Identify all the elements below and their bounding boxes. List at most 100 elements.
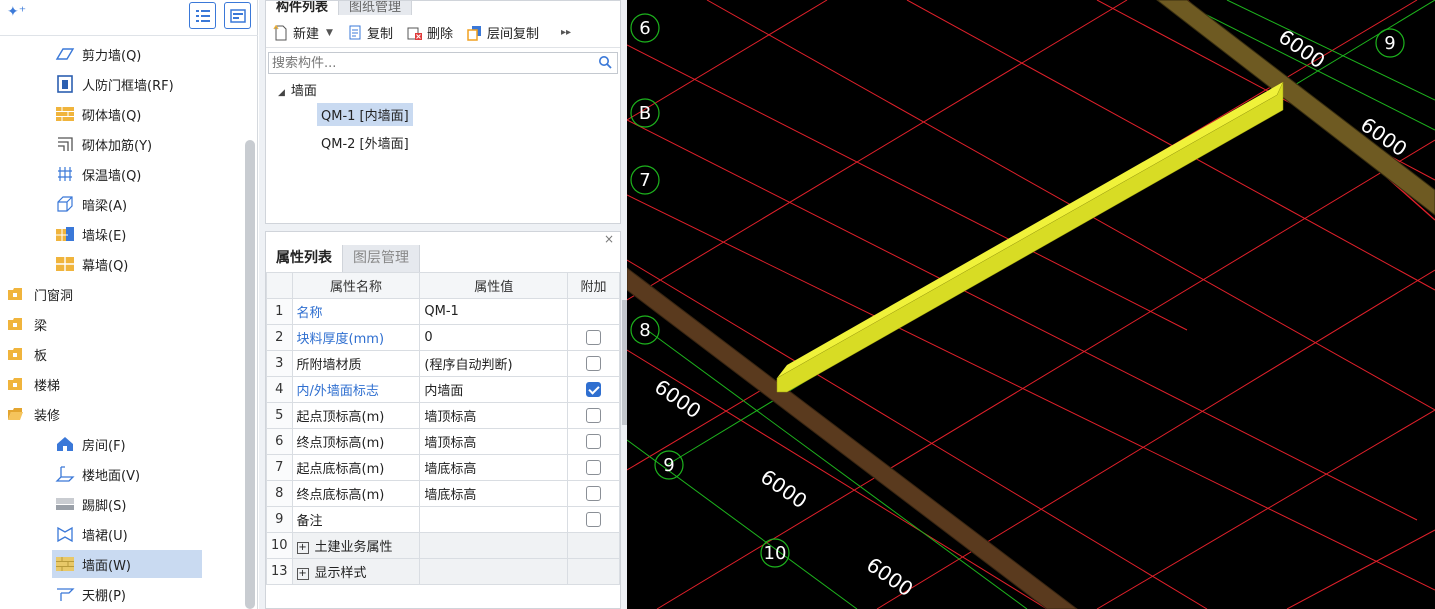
axis-label-a6: 6 bbox=[639, 18, 650, 39]
sparkle-icon[interactable]: ✦⁺ bbox=[7, 4, 26, 20]
property-row[interactable]: 4 内/外墙面标志 内墙面 bbox=[266, 376, 620, 403]
tree-item-curtain-wall[interactable]: 幕墙(Q) bbox=[52, 250, 202, 278]
checkbox[interactable] bbox=[586, 434, 602, 449]
tree-category-decoration[interactable]: 装修 bbox=[6, 400, 166, 428]
ceiling-icon bbox=[54, 584, 76, 604]
3d-drawing-viewport[interactable]: 6 B 7 8 9 10 9 6000 6000 6000 6000 6000 bbox=[627, 0, 1435, 609]
property-value[interactable]: 内墙面 bbox=[419, 376, 569, 403]
expand-arrow-icon[interactable]: ◢ bbox=[278, 88, 285, 98]
checkbox[interactable] bbox=[586, 356, 602, 371]
axis-label-b: B bbox=[639, 103, 651, 124]
checkbox[interactable] bbox=[586, 486, 602, 501]
property-row[interactable]: 3 所附墙材质 (程序自动判断) bbox=[266, 350, 620, 377]
tree-item-label: 幕墙(Q) bbox=[82, 258, 129, 274]
tree-item-civil-defense-wall[interactable]: 人防门框墙(RF) bbox=[52, 70, 202, 98]
card-view-button[interactable] bbox=[224, 2, 251, 29]
tree-item-hidden-beam[interactable]: 暗梁(A) bbox=[52, 190, 202, 218]
tab-component-list[interactable]: 构件列表 bbox=[266, 1, 340, 15]
tree-item-skirting[interactable]: 踢脚(S) bbox=[52, 490, 202, 518]
checkbox[interactable] bbox=[586, 330, 602, 345]
toolbar-overflow-icon[interactable]: ▸▸ bbox=[561, 27, 571, 38]
tree-item-wall-surface[interactable]: 墙面(W) bbox=[52, 550, 202, 578]
property-row[interactable]: 2 块料厚度(mm) 0 bbox=[266, 324, 620, 351]
new-button[interactable]: 新建 ▼ bbox=[273, 23, 333, 42]
tree-category-stairs[interactable]: 楼梯 bbox=[6, 370, 166, 398]
tree-category-beam[interactable]: 梁 bbox=[6, 310, 166, 338]
floor-surface-icon bbox=[54, 464, 76, 484]
tab-drawing-management[interactable]: 图纸管理 bbox=[339, 1, 413, 15]
row-index: 2 bbox=[266, 324, 293, 351]
tree-item-insulation-wall[interactable]: 保温墙(Q) bbox=[52, 160, 202, 188]
property-name: 内/外墙面标志 bbox=[291, 376, 421, 403]
row-index: 13 bbox=[266, 558, 293, 585]
row-index: 5 bbox=[266, 402, 293, 429]
delete-button[interactable]: 删除 bbox=[407, 23, 453, 42]
property-value[interactable]: QM-1 bbox=[419, 298, 569, 325]
folder-icon bbox=[6, 344, 24, 364]
property-group-name[interactable]: + 显示样式 bbox=[291, 558, 421, 585]
property-group-name[interactable]: + 土建业务属性 bbox=[291, 532, 421, 559]
wall-surface-icon bbox=[54, 554, 76, 574]
wall-left bbox=[627, 267, 1078, 609]
property-value[interactable]: 墙顶标高 bbox=[419, 402, 569, 429]
property-group-row[interactable]: 10 + 土建业务属性 bbox=[266, 532, 620, 559]
tree-item-shear-wall[interactable]: 剪力墙(Q) bbox=[52, 40, 202, 68]
tree-item-masonry-reinforcement[interactable]: 砌体加筋(Y) bbox=[52, 130, 202, 158]
property-row[interactable]: 5 起点顶标高(m) 墙顶标高 bbox=[266, 402, 620, 429]
checkbox-checked[interactable] bbox=[586, 382, 602, 397]
tab-layer-management[interactable]: 图层管理 bbox=[343, 245, 420, 272]
tree-category-slab[interactable]: 板 bbox=[6, 340, 166, 368]
checkbox[interactable] bbox=[586, 512, 602, 527]
tree-category-label: 楼梯 bbox=[34, 378, 61, 394]
property-value[interactable]: 墙底标高 bbox=[419, 480, 569, 507]
expand-plus-icon[interactable]: + bbox=[296, 541, 309, 554]
tree-item-room[interactable]: 房间(F) bbox=[52, 430, 202, 458]
floor-copy-button[interactable]: 层间复制 bbox=[467, 23, 539, 42]
tree-scrollbar[interactable] bbox=[245, 140, 255, 609]
list-view-icon bbox=[196, 10, 210, 22]
tree-item-ceiling[interactable]: 天棚(P) bbox=[52, 580, 202, 608]
property-value[interactable] bbox=[419, 506, 569, 533]
tab-property-list[interactable]: 属性列表 bbox=[266, 245, 343, 272]
row-index: 7 bbox=[266, 454, 293, 481]
tree-item-masonry-wall[interactable]: 砌体墙(Q) bbox=[52, 100, 202, 128]
axis-grid-line bbox=[627, 119, 1418, 521]
component-node-qm1[interactable]: QM-1 [内墙面] bbox=[317, 103, 413, 126]
property-value[interactable]: 墙顶标高 bbox=[419, 428, 569, 455]
tree-category-label: 门窗洞 bbox=[34, 288, 74, 304]
tree-category-label: 装修 bbox=[34, 408, 61, 424]
property-value[interactable]: 0 bbox=[419, 324, 569, 351]
property-row[interactable]: 7 起点底标高(m) 墙底标高 bbox=[266, 454, 620, 481]
expand-plus-icon[interactable]: + bbox=[296, 567, 309, 580]
tree-item-floor-surface[interactable]: 楼地面(V) bbox=[52, 460, 202, 488]
component-search-input[interactable] bbox=[269, 53, 589, 73]
tree-item-label: 天棚(P) bbox=[82, 588, 126, 604]
tree-item-label: 墙裙(U) bbox=[82, 528, 128, 544]
header-extra: 附加 bbox=[567, 272, 620, 299]
property-row[interactable]: 1 名称 QM-1 bbox=[266, 298, 620, 325]
property-value[interactable]: (程序自动判断) bbox=[419, 350, 569, 377]
chevron-down-icon[interactable]: ▼ bbox=[326, 28, 333, 38]
tree-root-wall-surface[interactable]: ◢ 墙面 bbox=[278, 80, 317, 99]
viewport-canvas[interactable]: 6B78910960006000600060006000 bbox=[627, 0, 1435, 609]
floor-copy-icon bbox=[467, 25, 481, 41]
property-value[interactable]: 墙底标高 bbox=[419, 454, 569, 481]
checkbox[interactable] bbox=[586, 408, 602, 423]
component-node-qm2[interactable]: QM-2 [外墙面] bbox=[321, 133, 409, 152]
tree-category-openings[interactable]: 门窗洞 bbox=[6, 280, 166, 308]
search-icon[interactable] bbox=[598, 55, 612, 69]
property-row[interactable]: 8 终点底标高(m) 墙底标高 bbox=[266, 480, 620, 507]
property-name: 终点顶标高(m) bbox=[291, 428, 421, 455]
tree-item-label: 剪力墙(Q) bbox=[82, 48, 142, 64]
property-row[interactable]: 6 终点顶标高(m) 墙顶标高 bbox=[266, 428, 620, 455]
close-icon[interactable]: × bbox=[604, 232, 614, 246]
checkbox[interactable] bbox=[586, 460, 602, 475]
list-view-button[interactable] bbox=[189, 2, 216, 29]
copy-button[interactable]: 复制 bbox=[347, 23, 393, 42]
room-icon bbox=[54, 434, 76, 454]
tree-item-dado[interactable]: 墙裙(U) bbox=[52, 520, 202, 548]
tree-item-label: 楼地面(V) bbox=[82, 468, 141, 484]
property-group-row[interactable]: 13 + 显示样式 bbox=[266, 558, 620, 585]
tree-item-wall-pier[interactable]: 墙垛(E) bbox=[52, 220, 202, 248]
property-row[interactable]: 9 备注 bbox=[266, 506, 620, 533]
